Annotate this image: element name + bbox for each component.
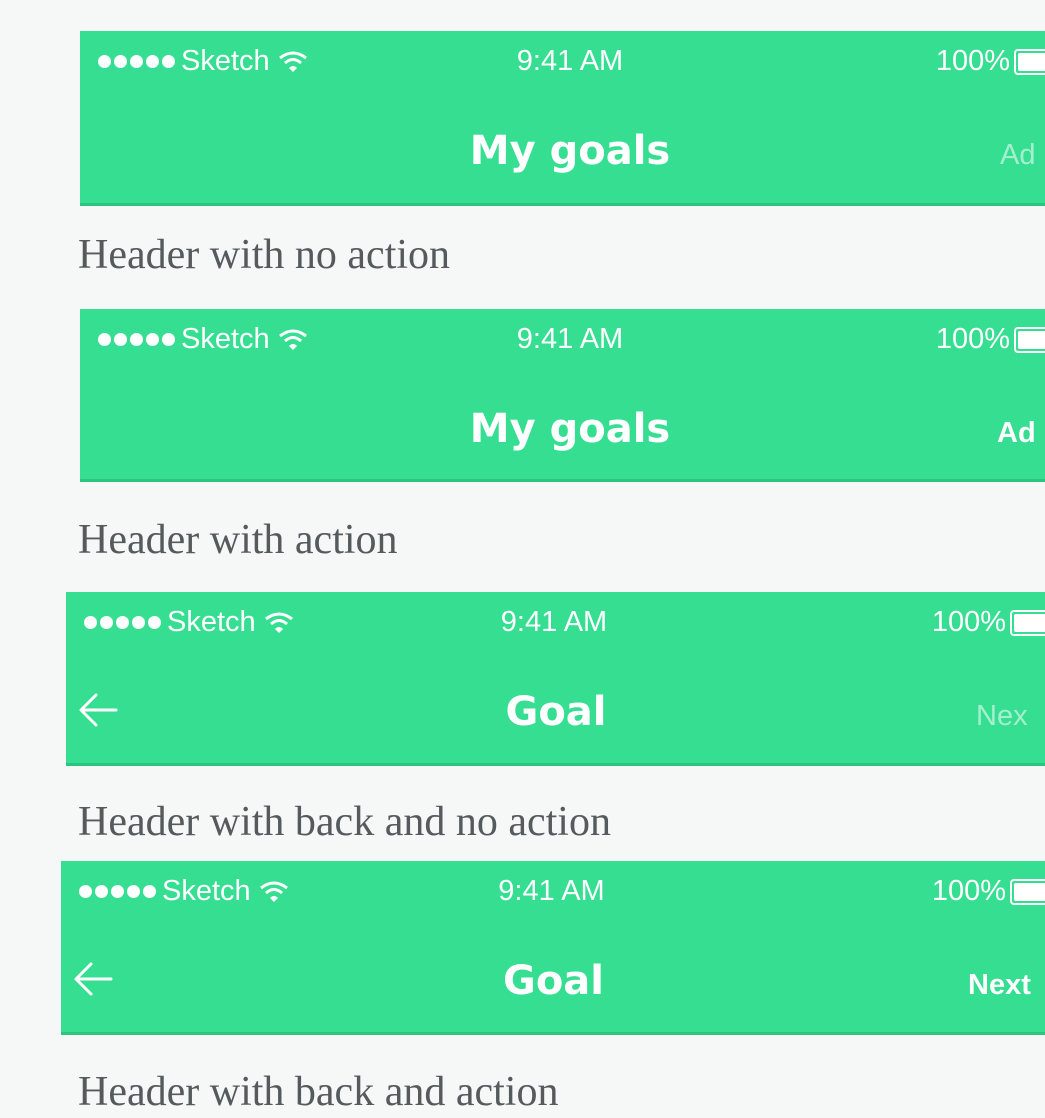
add-action-button[interactable]: Ad (997, 417, 1036, 450)
battery-icon (1014, 48, 1045, 75)
caption: Header with action (78, 517, 398, 563)
status-right: 100% (932, 875, 1045, 908)
battery-percent: 100% (931, 606, 1006, 638)
status-right: 100% (932, 606, 1045, 639)
header-title: Goal (502, 958, 604, 1004)
caption: Header with back and action (78, 1069, 559, 1115)
header-title: Goal (505, 689, 607, 735)
caption: Header with no action (78, 232, 451, 278)
status-bar: Sketch 9:41 AM 100% (80, 31, 1045, 95)
header-title: My goals (469, 406, 671, 452)
status-time: 9:41 AM (500, 606, 608, 638)
battery-icon (1010, 609, 1045, 636)
header-back-with-action: Sketch 9:41 AM 100% Goal Next (61, 861, 1045, 1035)
battery-icon (1010, 878, 1045, 905)
header-title: My goals (469, 128, 671, 174)
status-bar: Sketch 9:41 AM 100% (80, 309, 1045, 373)
battery-icon (1014, 326, 1045, 353)
battery-percent: 100% (931, 875, 1006, 907)
next-action-disabled: Nex (976, 700, 1028, 732)
header-no-action: Sketch 9:41 AM 100% My goals Ad (80, 31, 1045, 206)
status-right: 100% (936, 45, 1045, 78)
status-bar: Sketch 9:41 AM 100% (61, 861, 1045, 925)
status-time: 9:41 AM (516, 323, 624, 355)
header-back-no-action: Sketch 9:41 AM 100% Goal Nex (66, 592, 1045, 766)
status-right: 100% (936, 323, 1045, 356)
battery-percent: 100% (935, 323, 1010, 355)
status-time: 9:41 AM (516, 45, 624, 77)
status-time: 9:41 AM (498, 875, 605, 907)
header-with-action: Sketch 9:41 AM 100% My goals Ad (80, 309, 1045, 482)
caption: Header with back and no action (78, 799, 611, 845)
status-bar: Sketch 9:41 AM 100% (66, 592, 1045, 656)
next-action-button[interactable]: Next (968, 969, 1031, 1002)
battery-percent: 100% (935, 45, 1010, 77)
add-action-disabled: Ad (1000, 139, 1036, 171)
